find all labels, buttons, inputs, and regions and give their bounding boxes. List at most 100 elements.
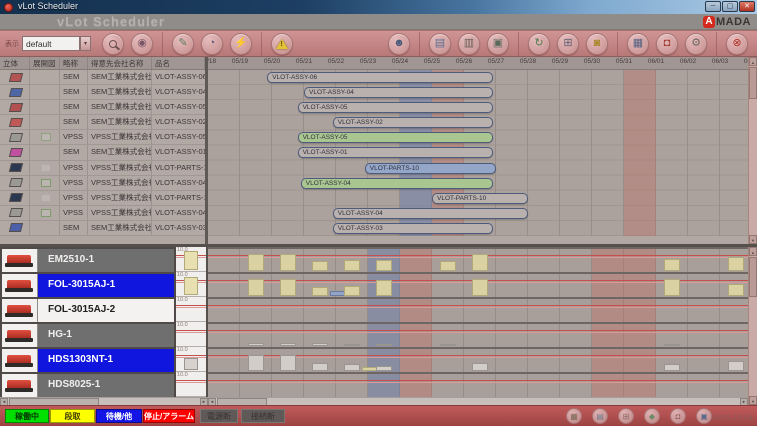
scroll-thumb[interactable]: [749, 67, 757, 99]
table-row[interactable]: SEM SEM工業株式会社 VLOT-ASSY-03: [0, 220, 205, 236]
scroll-down-arrow[interactable]: ▼: [749, 396, 757, 405]
search-button[interactable]: [102, 32, 124, 55]
load-bar: [728, 284, 744, 296]
part-3d-cell: [0, 85, 30, 100]
machine-row[interactable]: FOL-3015AJ-1: [0, 272, 176, 297]
machine-hscrollbar[interactable]: ◄ ►: [0, 397, 208, 406]
gantt-bar[interactable]: VLOT-ASSY-04: [300, 177, 493, 189]
table-row[interactable]: VPSS VPSS工業株式会社 VLOT-ASSY-05: [0, 130, 205, 146]
gantt-bar[interactable]: VLOT-ASSY-04: [304, 87, 493, 99]
table-row[interactable]: VPSSVPSS工業株式会社VLOT-PARTS-10: [0, 190, 205, 206]
gantt-vscrollbar[interactable]: ▲ ▼: [748, 57, 757, 244]
date-label: 05/30: [583, 58, 601, 65]
load-chart-hscrollbar[interactable]: ◄ ►: [208, 397, 748, 406]
os-titlebar[interactable]: vLot Scheduler ─ ▢ ✕: [0, 0, 757, 14]
status-bar: 11/05/15 22:04 稼働中 段取 待機/他 停止/アラーム 電源断 接続断 ▦ ▤ ⊞…: [0, 405, 757, 426]
load-bar: [280, 343, 296, 346]
gantt-bar[interactable]: VLOT-ASSY-02: [332, 117, 493, 129]
machine-row[interactable]: FOL-3015AJ-2: [0, 297, 176, 322]
toolbar-right-groups: ☻ ▤ ▥ ▣ ↻ ⊞ ◙ ▦ ◘ ⚙ ⊗: [379, 31, 757, 56]
mini-save-button[interactable]: ◆: [644, 408, 660, 424]
machine-row[interactable]: EM2510-1: [0, 247, 176, 272]
manual-book-button[interactable]: ▤: [429, 32, 451, 55]
part-3d-icon: [8, 102, 24, 112]
date-label: 06/01: [647, 58, 665, 65]
load-bar: [248, 279, 264, 296]
capacity-line-2: [208, 332, 748, 333]
load-vscrollbar[interactable]: ▲ ▼: [748, 247, 757, 405]
preset-dropdown-arrow[interactable]: ▾: [80, 36, 91, 51]
machine-row[interactable]: HDS8025-1: [0, 372, 176, 397]
scroll-up-arrow[interactable]: ▲: [749, 247, 757, 256]
gantt-bar[interactable]: VLOT-PARTS-10: [432, 192, 528, 204]
alarm-warning-button[interactable]: [271, 32, 293, 55]
mini-report-button[interactable]: ▤: [592, 408, 608, 424]
load-bar: [472, 254, 488, 271]
status-button[interactable]: 接続断: [241, 409, 285, 423]
date-label: 05/26: [455, 58, 473, 65]
mini-grid-button[interactable]: ⊞: [618, 408, 634, 424]
gantt-bar[interactable]: VLOT-ASSY-06: [267, 72, 493, 83]
table-row[interactable]: VPSS VPSS工業株式会社 VLOT-ASSY-04: [0, 175, 205, 191]
database-button[interactable]: ◙: [586, 32, 608, 55]
user-button[interactable]: ☻: [388, 32, 410, 55]
gantt-bar[interactable]: VLOT-ASSY-04: [332, 207, 528, 219]
simulate-button[interactable]: ⚡: [230, 32, 252, 55]
scroll-thumb[interactable]: [749, 257, 757, 297]
capacity-line: [208, 330, 748, 331]
table-row[interactable]: VPSS VPSS工業株式会社 VLOT-ASSY-04: [0, 205, 205, 221]
date-label: 06/02: [679, 58, 697, 65]
toolbar-left-group: ✎ ◔ ⚡: [163, 31, 262, 56]
close-button[interactable]: ✕: [739, 1, 755, 12]
preset-dropdown[interactable]: default: [22, 36, 80, 51]
capacity-line: [176, 355, 206, 356]
report-button[interactable]: ▥: [458, 32, 480, 55]
part-3d-icon: [8, 132, 24, 142]
machine-status-button[interactable]: ◘: [656, 32, 678, 55]
control-panel-button[interactable]: ▦: [627, 32, 649, 55]
machine-thumbnail-cell: [2, 299, 38, 322]
status-button[interactable]: 電源断: [200, 409, 238, 423]
product-cell: VLOT-ASSY-04: [155, 87, 205, 97]
mini-panel-button[interactable]: ▣: [696, 408, 712, 424]
refresh-button[interactable]: ↻: [528, 32, 550, 55]
table-row[interactable]: SEM SEM工業株式会社 VLOT-ASSY-01: [0, 145, 205, 161]
column-header-1: 展開図: [30, 57, 60, 69]
gantt-bar[interactable]: VLOT-ASSY-05: [297, 132, 493, 144]
copy-button[interactable]: ⊞: [557, 32, 579, 55]
scroll-up-arrow[interactable]: ▲: [749, 57, 757, 66]
vlot-scheduler-window: vLot Scheduler ─ ▢ ✕ vLot Scheduler A MA…: [0, 0, 757, 426]
maximize-button[interactable]: ▢: [722, 1, 738, 12]
mini-machine-button[interactable]: ◘: [670, 408, 686, 424]
exit-icon: ⊗: [732, 37, 742, 49]
save-button[interactable]: ▣: [487, 32, 509, 55]
filter-button[interactable]: ◉: [131, 32, 153, 55]
gantt-bar[interactable]: VLOT-PARTS-10: [364, 162, 496, 174]
edit-schedule-button[interactable]: ✎: [172, 32, 194, 55]
scroll-down-arrow[interactable]: ▼: [749, 235, 757, 244]
table-row[interactable]: SEM SEM工業株式会社 VLOT-ASSY-02: [0, 115, 205, 131]
exit-button[interactable]: ⊗: [726, 32, 748, 55]
gantt-bar[interactable]: VLOT-ASSY-03: [332, 222, 493, 234]
product-cell: VLOT-ASSY-05: [155, 132, 205, 142]
legend-待機/他: 待機/他: [96, 409, 142, 423]
machine-row[interactable]: HDS1303NT-1: [0, 347, 176, 372]
table-row[interactable]: SEM SEM工業株式会社 VLOT-ASSY-05: [0, 100, 205, 116]
history-button[interactable]: ◔: [201, 32, 223, 55]
minimize-button[interactable]: ─: [705, 1, 721, 12]
blank-cell: [30, 220, 60, 235]
blank-cell: [30, 115, 60, 130]
mini-calendar-button[interactable]: ▦: [566, 408, 582, 424]
user-icon: ☻: [393, 37, 405, 49]
flat-pattern-cell: [30, 160, 60, 175]
table-row[interactable]: VPSSVPSS工業株式会社VLOT-PARTS-10: [0, 160, 205, 176]
gantt-bar[interactable]: VLOT-ASSY-01: [297, 147, 493, 159]
abbr-cell: SEM: [60, 145, 88, 160]
gantt-bar[interactable]: VLOT-ASSY-05: [297, 102, 493, 114]
machine-row[interactable]: HG-1: [0, 322, 176, 347]
table-row[interactable]: SEM SEM工業株式会社 VLOT-ASSY-06: [0, 70, 205, 86]
settings-button[interactable]: ⚙: [685, 32, 707, 55]
load-bar: [280, 355, 296, 371]
table-row[interactable]: SEM SEM工業株式会社 VLOT-ASSY-04: [0, 85, 205, 101]
customer-cell: SEM工業株式会社: [88, 220, 152, 235]
